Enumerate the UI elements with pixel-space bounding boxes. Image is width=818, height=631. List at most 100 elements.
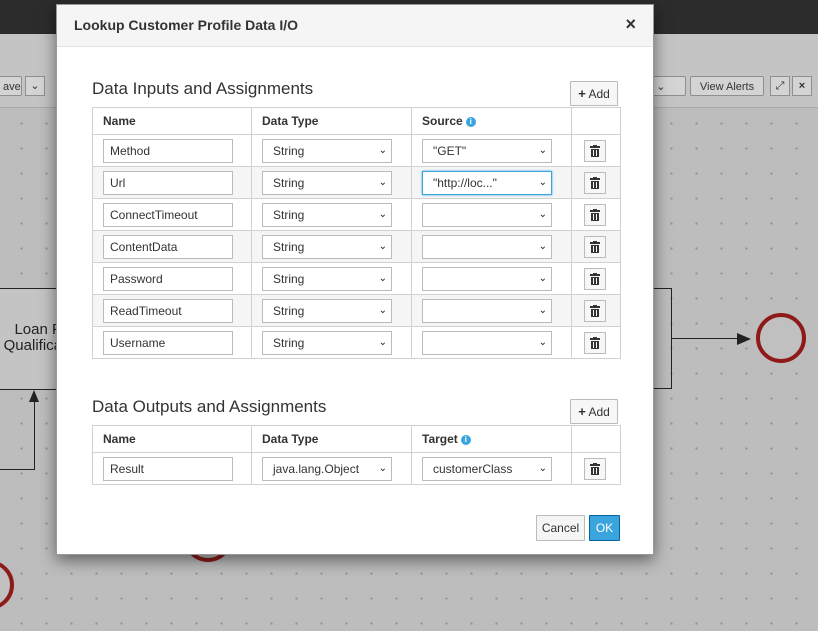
info-icon[interactable]: i xyxy=(465,116,476,127)
sequence-flow-line xyxy=(0,469,35,470)
output-row: Result java.lang.Object ⌄ customerClass ⌄ xyxy=(92,452,621,485)
save-dropdown-chevron-icon[interactable]: ⌄ xyxy=(25,76,45,96)
input-type-select[interactable]: String ⌄ xyxy=(262,202,392,227)
input-name-field[interactable]: ReadTimeout xyxy=(103,298,233,323)
sequence-flow-line xyxy=(654,388,672,389)
input-type-value: String xyxy=(273,143,305,158)
add-input-button[interactable]: + Add xyxy=(570,81,618,106)
input-name-field[interactable]: Url xyxy=(103,170,233,195)
chevron-down-icon: ⌄ xyxy=(378,176,387,188)
chevron-down-icon: ⌄ xyxy=(538,336,547,348)
loan-task-label: Loan P Qualifica xyxy=(3,321,62,354)
outputs-header-actions xyxy=(571,425,621,453)
input-source-select[interactable]: "GET" ⌄ xyxy=(422,138,552,163)
input-type-select[interactable]: String ⌄ xyxy=(262,266,392,291)
trash-icon xyxy=(590,208,600,221)
inputs-header-actions xyxy=(571,107,621,135)
input-source-value: "http://loc..." xyxy=(433,175,497,190)
close-icon[interactable]: × xyxy=(625,15,636,33)
input-type-select[interactable]: String ⌄ xyxy=(262,170,392,195)
input-type-value: String xyxy=(273,175,305,190)
trash-icon xyxy=(590,336,600,349)
input-type-value: String xyxy=(273,207,305,222)
add-output-label: Add xyxy=(588,405,610,419)
input-type-select[interactable]: String ⌄ xyxy=(262,138,392,163)
expand-icon[interactable]: ⤢ xyxy=(770,76,790,96)
input-type-select[interactable]: String ⌄ xyxy=(262,234,392,259)
delete-input-button[interactable] xyxy=(584,299,606,322)
input-source-select[interactable]: ⌄ xyxy=(422,298,552,323)
close-panel-icon[interactable]: × xyxy=(792,76,812,96)
delete-input-button[interactable] xyxy=(584,235,606,258)
input-source-select[interactable]: ⌄ xyxy=(422,330,552,355)
output-target-select[interactable]: customerClass ⌄ xyxy=(422,456,552,481)
end-event-node[interactable] xyxy=(756,313,806,363)
input-source-select[interactable]: ⌄ xyxy=(422,202,552,227)
chevron-down-icon: ⌄ xyxy=(538,208,547,220)
inputs-header-name: Name xyxy=(92,107,252,135)
inputs-table: Name Data Type Source i Method String ⌄ "G… xyxy=(92,107,621,359)
input-name-field[interactable]: Username xyxy=(103,330,233,355)
output-name-field[interactable]: Result xyxy=(103,456,233,481)
input-source-select[interactable]: ⌄ xyxy=(422,234,552,259)
chevron-down-icon: ⌄ xyxy=(378,336,387,348)
trash-icon xyxy=(590,304,600,317)
delete-input-button[interactable] xyxy=(584,171,606,194)
trash-icon xyxy=(590,176,600,189)
outputs-header-name: Name xyxy=(92,425,252,453)
chevron-down-icon: ⌄ xyxy=(378,304,387,316)
trash-icon xyxy=(590,272,600,285)
input-name-field[interactable]: Password xyxy=(103,266,233,291)
trash-icon xyxy=(590,462,600,475)
input-type-select[interactable]: String ⌄ xyxy=(262,298,392,323)
plus-icon: + xyxy=(578,404,586,419)
delete-input-button[interactable] xyxy=(584,331,606,354)
delete-input-button[interactable] xyxy=(584,139,606,162)
view-alerts-button[interactable]: View Alerts xyxy=(690,76,764,96)
delete-input-button[interactable] xyxy=(584,203,606,226)
flow-arrow-icon xyxy=(737,333,751,345)
input-name-field[interactable]: Method xyxy=(103,138,233,163)
plus-icon: + xyxy=(578,86,586,101)
input-name-field[interactable]: ContentData xyxy=(103,234,233,259)
flow-arrow-icon xyxy=(29,390,39,402)
input-row: Url String ⌄ "http://loc..." ⌄ xyxy=(92,166,621,199)
chevron-down-icon: ⌄ xyxy=(538,176,547,188)
chevron-down-icon: ⌄ xyxy=(538,462,547,474)
input-row: Username String ⌄ ⌄ xyxy=(92,326,621,359)
input-type-select[interactable]: String ⌄ xyxy=(262,330,392,355)
chevron-down-icon: ⌄ xyxy=(378,144,387,156)
add-output-button[interactable]: + Add xyxy=(570,399,618,424)
chevron-down-icon: ⌄ xyxy=(538,304,547,316)
outputs-header-type: Data Type xyxy=(251,425,412,453)
inputs-header-source-label: Source xyxy=(422,114,463,128)
chevron-down-icon: ⌄ xyxy=(378,240,387,252)
dialog-title: Lookup Customer Profile Data I/O xyxy=(74,17,299,33)
add-input-label: Add xyxy=(588,87,610,101)
save-button[interactable]: ave xyxy=(0,76,22,96)
chevron-down-icon: ⌄ xyxy=(538,240,547,252)
chevron-down-icon: ⌄ xyxy=(378,272,387,284)
delete-input-button[interactable] xyxy=(584,267,606,290)
input-source-select[interactable]: ⌄ xyxy=(422,266,552,291)
trash-icon xyxy=(590,240,600,253)
ok-button[interactable]: OK xyxy=(589,515,620,541)
input-row: Method String ⌄ "GET" ⌄ xyxy=(92,134,621,167)
input-row: Password String ⌄ ⌄ xyxy=(92,262,621,295)
outputs-section-title: Data Outputs and Assignments xyxy=(92,397,327,416)
cancel-button[interactable]: Cancel xyxy=(536,515,585,541)
output-type-select[interactable]: java.lang.Object ⌄ xyxy=(262,456,392,481)
info-icon[interactable]: i xyxy=(460,434,471,445)
input-type-value: String xyxy=(273,271,305,286)
chevron-down-icon: ⌄ xyxy=(378,208,387,220)
input-type-value: String xyxy=(273,335,305,350)
inputs-header-type: Data Type xyxy=(251,107,412,135)
input-name-field[interactable]: ConnectTimeout xyxy=(103,202,233,227)
input-source-select[interactable]: "http://loc..." ⌄ xyxy=(422,170,552,195)
input-type-value: String xyxy=(273,239,305,254)
input-row: ContentData String ⌄ ⌄ xyxy=(92,230,621,263)
dialog-header: Lookup Customer Profile Data I/O × xyxy=(57,5,653,47)
sequence-flow-line xyxy=(34,400,35,470)
delete-output-button[interactable] xyxy=(584,457,606,480)
input-row: ConnectTimeout String ⌄ ⌄ xyxy=(92,198,621,231)
